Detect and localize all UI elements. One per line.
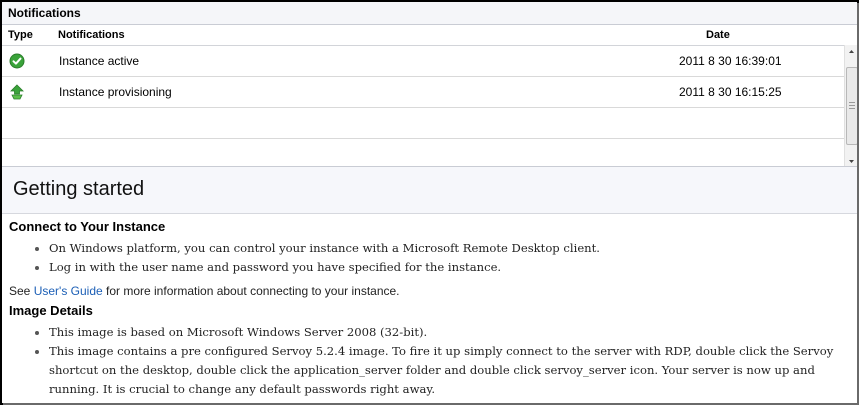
provisioning-arrow-icon <box>9 84 25 100</box>
notifications-scrollbar[interactable] <box>844 45 857 166</box>
table-row[interactable]: Instance active 2011 8 30 16:39:01 <box>2 46 844 77</box>
list-item: This image contains a pre configured Ser… <box>49 344 834 396</box>
notification-date: 2011 8 30 16:39:01 <box>679 54 782 68</box>
column-type[interactable]: Type <box>8 29 33 41</box>
table-row-empty <box>2 108 844 139</box>
bullet <box>35 266 39 270</box>
bullet <box>35 350 39 354</box>
table-row-empty <box>2 139 844 169</box>
notification-date: 2011 8 30 16:15:25 <box>679 85 782 99</box>
main-panel: Notifications Type Notifications Date In… <box>0 0 859 405</box>
see-guide-text: See User's Guide for more information ab… <box>9 284 400 298</box>
list-item: On Windows platform, you can control you… <box>49 241 600 255</box>
getting-started-header: Getting started <box>2 166 857 214</box>
users-guide-link[interactable]: User's Guide <box>34 284 103 298</box>
notifications-column-header: Type Notifications Date <box>2 25 844 46</box>
table-row[interactable]: Instance provisioning 2011 8 30 16:15:25 <box>2 77 844 108</box>
list-item: Log in with the user name and password y… <box>49 260 502 274</box>
notifications-panel-title: Notifications <box>8 6 81 20</box>
image-details-heading: Image Details <box>9 303 93 318</box>
notification-text: Instance active <box>59 54 140 68</box>
check-circle-icon <box>9 53 25 69</box>
column-notifications[interactable]: Notifications <box>58 29 125 41</box>
list-item: This image is based on Microsoft Windows… <box>49 325 428 339</box>
connect-heading: Connect to Your Instance <box>9 219 166 234</box>
notifications-panel-header: Notifications <box>2 2 857 25</box>
column-date[interactable]: Date <box>706 29 730 41</box>
bullet <box>35 247 39 251</box>
getting-started-title: Getting started <box>13 178 145 200</box>
see-suffix: for more information about connecting to… <box>102 284 400 298</box>
notification-text: Instance provisioning <box>59 85 172 99</box>
bullet <box>35 331 39 335</box>
see-prefix: See <box>9 284 34 298</box>
